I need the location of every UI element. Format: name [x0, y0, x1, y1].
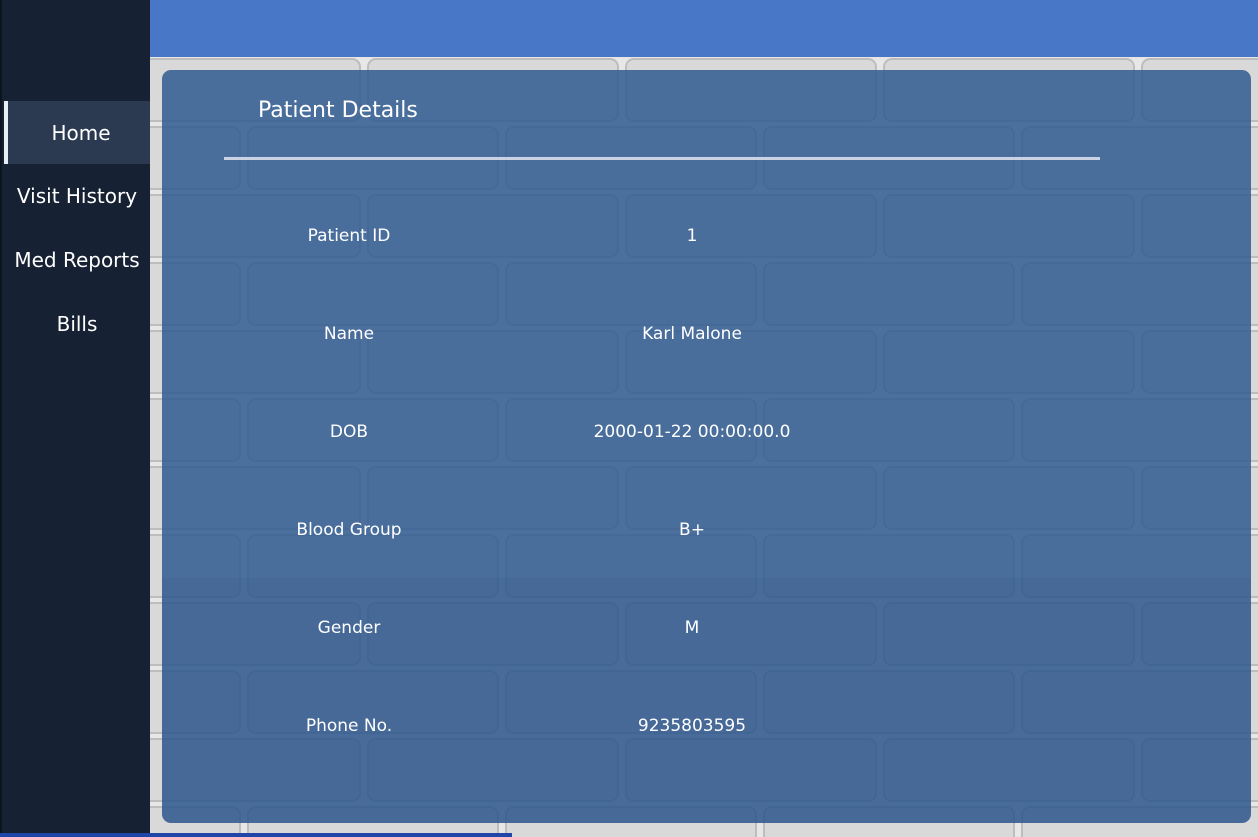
detail-row-gender: Gender M — [162, 613, 1251, 643]
detail-label: DOB — [329, 422, 369, 442]
detail-value: 2000-01-22 00:00:00.0 — [593, 422, 791, 442]
detail-row-dob: DOB 2000-01-22 00:00:00.0 — [162, 417, 1251, 447]
detail-row-name: Name Karl Malone — [162, 319, 1251, 349]
nav-bills-label: Bills — [56, 311, 98, 336]
nav-visit-history[interactable]: Visit History — [4, 164, 150, 227]
detail-label: Blood Group — [296, 520, 402, 540]
nav-med-reports[interactable]: Med Reports — [4, 228, 150, 291]
title-divider — [224, 157, 1100, 160]
detail-row-blood-group: Blood Group B+ — [162, 515, 1251, 545]
detail-row-phone: Phone No. 9235803595 — [162, 711, 1251, 741]
detail-label: Phone No. — [305, 716, 393, 736]
nav-visit-history-label: Visit History — [16, 183, 138, 208]
detail-value: 1 — [686, 226, 698, 246]
detail-label: Name — [323, 324, 375, 344]
patient-details-card: Patient Details Patient ID 1 Name Karl M… — [162, 70, 1251, 823]
detail-value: Karl Malone — [642, 324, 742, 344]
nav-bills[interactable]: Bills — [4, 292, 150, 355]
nav-home[interactable]: Home — [4, 101, 150, 164]
detail-label: Gender — [317, 618, 381, 638]
card-title: Patient Details — [258, 98, 418, 123]
nav-med-reports-label: Med Reports — [14, 247, 140, 272]
detail-label: Patient ID — [307, 226, 391, 246]
bottom-accent-strip — [0, 833, 512, 837]
header-bar — [150, 0, 1258, 57]
detail-value: 9235803595 — [637, 716, 747, 736]
detail-row-patient-id: Patient ID 1 — [162, 221, 1251, 251]
detail-value: M — [684, 618, 700, 638]
detail-value: B+ — [679, 520, 705, 540]
sidebar: Home Visit History Med Reports Bills — [0, 0, 150, 837]
nav-home-label: Home — [51, 120, 111, 145]
